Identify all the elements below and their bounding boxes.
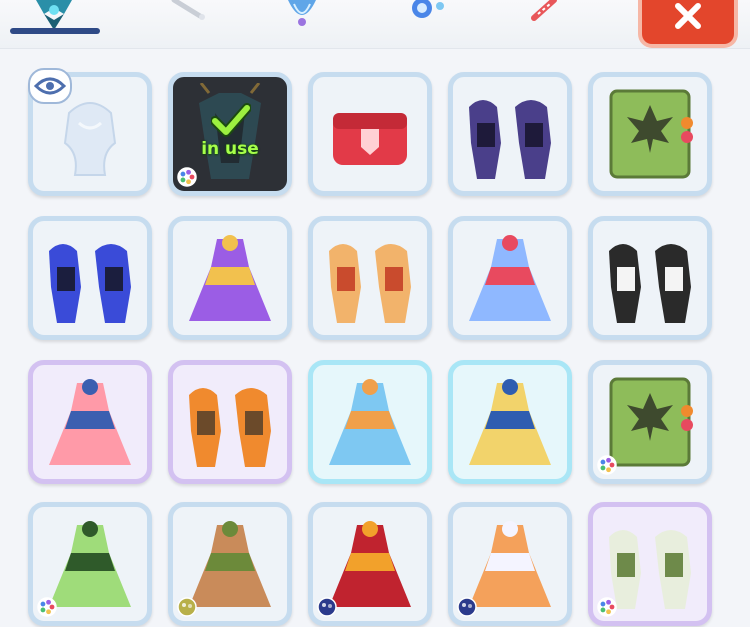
outfit-maid[interactable] xyxy=(588,216,712,340)
palette-icon xyxy=(177,167,197,187)
outfit-tropical[interactable] xyxy=(448,360,572,484)
outfit-thumbnail xyxy=(49,379,131,465)
wand-icon xyxy=(171,0,205,20)
stick-icon xyxy=(531,0,557,21)
outfit-thumbnail xyxy=(609,244,691,323)
outfit-purple-gown[interactable] xyxy=(168,216,292,340)
tab-stick[interactable] xyxy=(506,0,586,36)
top-tab-bar xyxy=(0,0,750,49)
outfit-thumbnail xyxy=(49,244,131,323)
outfit-white-botanic[interactable] xyxy=(588,502,712,626)
outfit-purple-warriors[interactable] xyxy=(448,72,572,196)
outfit-thumbnail xyxy=(469,100,551,179)
outfit-thumbnail xyxy=(329,379,411,465)
outfit-ocean-gown[interactable] xyxy=(308,360,432,484)
outfit-lion-suits[interactable] xyxy=(308,216,432,340)
outfit-dark-armor[interactable]: in use xyxy=(168,72,292,196)
palette-icon xyxy=(457,597,477,617)
palette-icon xyxy=(597,597,617,617)
tab-candy[interactable] xyxy=(388,0,468,36)
close-icon xyxy=(675,3,701,29)
outfit-sunset-gown[interactable] xyxy=(448,502,572,626)
outfit-green-book-bag[interactable] xyxy=(588,360,712,484)
outfit-ice-princess[interactable] xyxy=(448,216,572,340)
outfit-green-gown[interactable] xyxy=(28,502,152,626)
tab-wand[interactable] xyxy=(150,0,230,36)
palette-icon xyxy=(317,597,337,617)
outfit-grid: in use xyxy=(0,52,750,627)
outfit-thumbnail xyxy=(189,388,271,467)
palette-icon xyxy=(177,597,197,617)
outfit-thumbnail xyxy=(469,235,551,321)
outfit-pink-dress[interactable] xyxy=(28,360,152,484)
outfit-thumbnail xyxy=(609,89,693,179)
palette-icon xyxy=(597,455,617,475)
palette-icon xyxy=(37,597,57,617)
outfit-thumbnail xyxy=(329,244,411,323)
outfit-orange-ranger[interactable] xyxy=(168,360,292,484)
outfit-red-chest[interactable] xyxy=(308,72,432,196)
tab-shell[interactable] xyxy=(262,0,342,36)
outfit-blue-armor[interactable] xyxy=(28,216,152,340)
outfit-green-book-leaf[interactable] xyxy=(588,72,712,196)
outfit-thumbnail xyxy=(333,113,407,165)
close-button[interactable] xyxy=(638,0,738,48)
in-use-label: in use xyxy=(201,139,259,159)
shell-icon xyxy=(288,0,316,26)
outfit-thumbnail xyxy=(189,235,271,321)
checkmark-icon xyxy=(211,103,251,137)
outfit-thumbnail xyxy=(469,379,551,465)
outfit-forest-dress[interactable] xyxy=(168,502,292,626)
active-tab-indicator xyxy=(10,28,100,34)
candy-icon xyxy=(412,0,444,18)
outfit-fire-dress[interactable] xyxy=(308,502,432,626)
eye-icon[interactable] xyxy=(28,68,72,104)
